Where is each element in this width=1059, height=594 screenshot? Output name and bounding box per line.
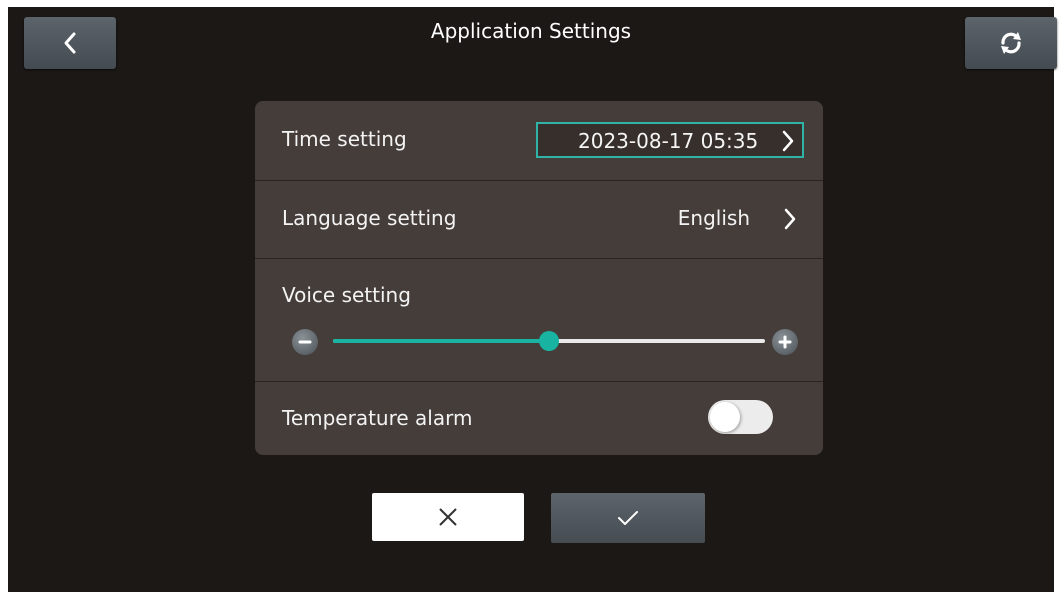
time-setting-label: Time setting (282, 127, 407, 151)
plus-icon (778, 335, 792, 349)
chevron-right-icon (784, 208, 796, 230)
toggle-knob (710, 402, 740, 432)
time-setting-field[interactable]: 2023-08-17 05:35 (536, 122, 804, 158)
minus-icon (298, 340, 312, 344)
volume-decrease-button[interactable] (292, 329, 318, 355)
volume-increase-button[interactable] (772, 329, 798, 355)
settings-panel: Time setting 2023-08-17 05:35 Language s… (255, 101, 823, 455)
voice-setting-row: Voice setting (255, 258, 823, 382)
refresh-button[interactable] (965, 17, 1057, 69)
voice-setting-label: Voice setting (282, 283, 411, 307)
volume-slider-track[interactable] (333, 331, 765, 351)
time-setting-row: Time setting 2023-08-17 05:35 (255, 101, 823, 181)
temperature-alarm-toggle[interactable] (708, 400, 773, 434)
temperature-alarm-label: Temperature alarm (282, 406, 473, 430)
language-setting-row[interactable]: Language setting English (255, 180, 823, 259)
app-screen: Application Settings Time setting 2023-0… (8, 7, 1057, 592)
volume-slider-fill (333, 339, 549, 343)
refresh-icon (1001, 32, 1021, 54)
chevron-right-icon (782, 130, 794, 152)
close-icon (439, 508, 457, 526)
volume-slider-thumb[interactable] (539, 331, 559, 351)
temperature-alarm-row: Temperature alarm (255, 381, 823, 455)
page-title: Application Settings (430, 19, 632, 43)
language-setting-value: English (677, 206, 750, 230)
confirm-button[interactable] (551, 493, 705, 543)
check-icon (618, 511, 638, 525)
time-setting-value: 2023-08-17 05:35 (578, 129, 759, 153)
cancel-button[interactable] (372, 493, 524, 541)
language-setting-label: Language setting (282, 206, 457, 230)
